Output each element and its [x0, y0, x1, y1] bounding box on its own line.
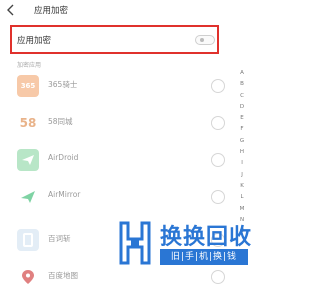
- index-letter[interactable]: F: [236, 124, 248, 135]
- app-row-airdroid[interactable]: AirDroid: [0, 144, 240, 181]
- airmirror-glyph: [21, 191, 35, 203]
- airdroid-icon: [17, 149, 39, 171]
- top-bar: 应用加密: [0, 0, 251, 22]
- app-row-airmirror[interactable]: AirMirror: [0, 181, 240, 218]
- index-letter[interactable]: C: [236, 91, 248, 102]
- app-lock-switch[interactable]: [195, 35, 215, 45]
- app-row-365[interactable]: 365 365骑士: [0, 70, 240, 107]
- airmirror-icon: [17, 186, 39, 208]
- baicizhan-glyph: [23, 233, 33, 247]
- index-letter[interactable]: H: [236, 147, 248, 158]
- watermark-logo-icon: [119, 221, 151, 265]
- index-letter[interactable]: G: [236, 136, 248, 147]
- app-select-radio[interactable]: [211, 116, 225, 130]
- app-select-radio[interactable]: [211, 190, 225, 204]
- app-lock-toggle-row[interactable]: 应用加密: [10, 25, 219, 54]
- index-letter[interactable]: K: [236, 181, 248, 192]
- index-letter[interactable]: M: [236, 204, 248, 215]
- index-letter[interactable]: D: [236, 102, 248, 113]
- baidu-map-icon: [17, 266, 39, 288]
- index-letter[interactable]: L: [236, 192, 248, 203]
- app-select-radio[interactable]: [211, 153, 225, 167]
- back-arrow-icon[interactable]: [4, 2, 18, 18]
- app-name: 58同城: [48, 117, 73, 126]
- watermark-title: 换换回收: [160, 225, 253, 250]
- airdroid-glyph: [22, 155, 34, 165]
- app-select-radio[interactable]: [211, 270, 225, 284]
- app-name: AirMirror: [48, 190, 81, 199]
- app-row-58[interactable]: 58 58同城: [0, 107, 240, 144]
- 365-icon-text: 365: [20, 82, 36, 90]
- map-pin-glyph: [22, 270, 34, 284]
- app-name: 365骑士: [48, 80, 78, 89]
- 365-icon: 365: [17, 75, 39, 97]
- page-title: 应用加密: [34, 6, 69, 16]
- section-header: 加密应用: [17, 62, 42, 69]
- baicizhan-icon: [17, 229, 39, 251]
- index-letter[interactable]: J: [236, 170, 248, 181]
- watermark-subtitle: 旧|手|机|换|钱: [160, 249, 248, 265]
- index-letter[interactable]: I: [236, 158, 248, 169]
- switch-knob: [200, 38, 204, 42]
- app-name: 百度地图: [48, 271, 78, 280]
- app-select-radio[interactable]: [211, 79, 225, 93]
- index-letter[interactable]: E: [236, 113, 248, 124]
- app-name: 百词斩: [48, 234, 71, 243]
- 58-icon-text: 58: [19, 116, 37, 130]
- watermark: 换换回收 旧|手|机|换|钱: [118, 219, 251, 269]
- app-lock-label: 应用加密: [17, 36, 52, 46]
- app-name: AirDroid: [48, 153, 79, 162]
- index-letter[interactable]: A: [236, 68, 248, 79]
- 58-icon: 58: [17, 112, 39, 134]
- alphabet-index[interactable]: A B C D E F G H I J K L M N O: [236, 68, 248, 237]
- index-letter[interactable]: B: [236, 79, 248, 90]
